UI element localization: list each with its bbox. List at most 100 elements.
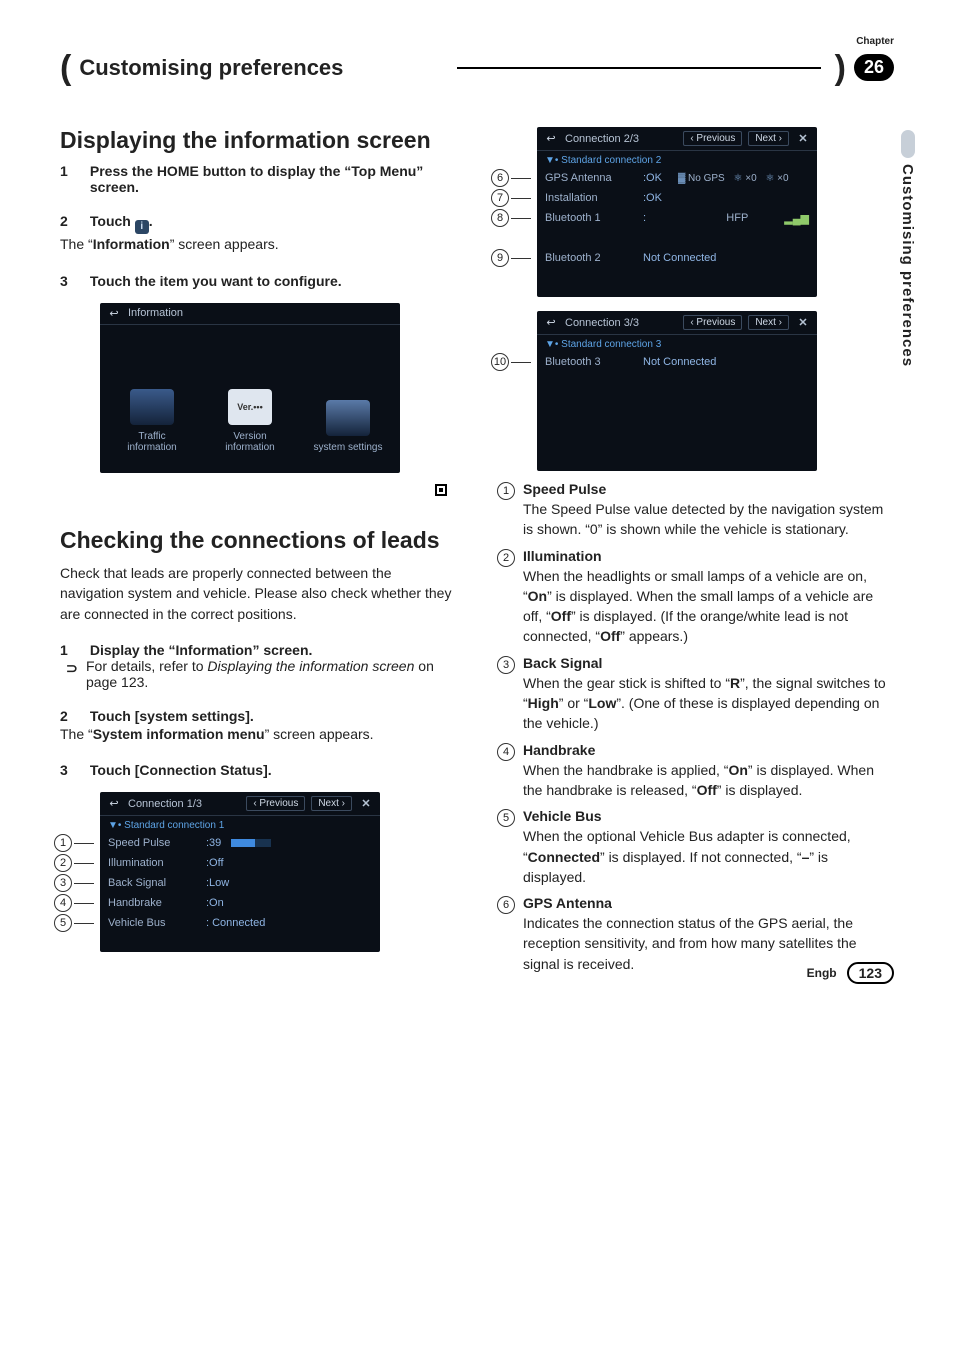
step-3-num: 3 xyxy=(60,273,86,289)
step-2: 2 Touch i. xyxy=(60,213,457,234)
definition-item: 2 Illumination When the headlights or smal… xyxy=(497,548,894,647)
info-titlebar: ↩ Information xyxy=(100,303,400,325)
definition-description: When the headlights or small lamps of a … xyxy=(523,566,894,647)
row-label: Installation xyxy=(545,192,633,204)
tile-version-l1: Version xyxy=(211,431,289,442)
chapter-label: Chapter xyxy=(856,36,894,47)
row-value: Not Connected xyxy=(643,252,716,264)
tile-traffic-l2: information xyxy=(113,442,191,453)
connection-row-inner: Speed Pulse:39 xyxy=(100,833,380,853)
callout: 10 xyxy=(491,352,531,372)
back-icon[interactable]: ↩ xyxy=(106,797,122,810)
gear-icon xyxy=(326,400,370,436)
callout-leader-line xyxy=(74,863,94,864)
row-label: Bluetooth 1 xyxy=(545,212,633,224)
step-3: 3 Touch the item you want to configure. xyxy=(60,273,457,289)
row-label: GPS Antenna xyxy=(545,172,633,184)
callout-leader-line xyxy=(74,903,94,904)
definition-description: When the handbrake is applied, “On” is d… xyxy=(523,760,894,801)
callout-number: 10 xyxy=(491,353,509,371)
next-button[interactable]: Next › xyxy=(748,131,789,146)
connection-row: 7Installation:OK xyxy=(537,188,817,208)
tile-traffic[interactable]: Traffic information xyxy=(113,389,191,453)
heading-checking-connections: Checking the connections of leads xyxy=(60,527,457,553)
header-rule xyxy=(457,67,821,69)
definition-item: 1Speed PulseThe Speed Pulse value detect… xyxy=(497,481,894,540)
next-button[interactable]: Next › xyxy=(748,315,789,330)
tile-traffic-l1: Traffic xyxy=(113,431,191,442)
c-step-2-num: 2 xyxy=(60,708,86,724)
bt-signal-icon: ▂▄▆ xyxy=(784,212,809,225)
step-2-desc-bold: Information xyxy=(93,236,170,252)
previous-button[interactable]: ‹ Previous xyxy=(683,131,742,146)
conn2-title: Connection 2/3 xyxy=(565,133,639,145)
gps-sat-icon: ▓ xyxy=(678,173,685,184)
connection-row: 3Back Signal:Low xyxy=(100,873,380,893)
c-step-1-num: 1 xyxy=(60,642,86,658)
close-icon[interactable]: ✕ xyxy=(795,316,811,329)
tile-system-settings[interactable]: system settings xyxy=(309,400,387,453)
callout-number: 2 xyxy=(54,854,72,872)
row-label: Back Signal xyxy=(108,877,196,889)
row-label: Handbrake xyxy=(108,897,196,909)
step-2-desc: The “Information” screen appears. xyxy=(60,234,457,254)
definition-item: 3Back SignalWhen the gear stick is shift… xyxy=(497,655,894,734)
back-icon[interactable]: ↩ xyxy=(543,132,559,145)
c-step-2-desc-pre: The “ xyxy=(60,726,93,742)
next-button[interactable]: Next › xyxy=(311,796,352,811)
ref-arrow-icon: ⊃ xyxy=(66,660,78,677)
definition-number: 2 xyxy=(497,549,515,567)
c-step-3-num: 3 xyxy=(60,762,86,778)
back-icon[interactable]: ↩ xyxy=(543,316,559,329)
definition-description: When the gear stick is shifted to “R”, t… xyxy=(523,673,894,734)
tile-version[interactable]: Ver.••• Version information xyxy=(211,389,289,453)
callout-number: 4 xyxy=(54,894,72,912)
conn2-rows: 6GPS Antenna:OK ▓ No GPS ⚛ ×0 ⚛ ×07Insta… xyxy=(537,168,817,268)
c-step-1: 1 Display the “Information” screen. xyxy=(60,642,457,658)
c-step-2-desc-bold: System information menu xyxy=(93,726,265,742)
screenshot-connection-3: ↩ Connection 3/3 ‹ Previous Next › ✕ ▼• … xyxy=(537,311,817,471)
page-footer: Engb 123 xyxy=(807,962,894,984)
tile-version-l2: information xyxy=(211,442,289,453)
conn1-title: Connection 1/3 xyxy=(128,798,202,810)
c-step-1-sub: ⊃ For details, refer to Displaying the i… xyxy=(60,658,457,690)
car-icon xyxy=(130,389,174,425)
previous-button[interactable]: ‹ Previous xyxy=(246,796,305,811)
connection-row-inner xyxy=(537,228,817,248)
info-body: Traffic information Ver.••• Version info… xyxy=(100,325,400,453)
connection-row: 2Illumination:Off xyxy=(100,853,380,873)
connection-row: 5Vehicle Bus: Connected xyxy=(100,913,380,933)
step-2-num: 2 xyxy=(60,213,86,229)
gps-status: ▓ No GPS ⚛ ×0 ⚛ ×0 xyxy=(672,173,789,184)
connection-row-inner: Bluetooth 1:HFP▂▄▆ xyxy=(537,208,817,228)
definition-item: 4HandbrakeWhen the handbrake is applied,… xyxy=(497,742,894,801)
connection-row: 9Bluetooth 2Not Connected xyxy=(537,248,817,268)
callout-number: 9 xyxy=(491,249,509,267)
conn1-titlebar: ↩ Connection 1/3 ‹ Previous Next › ✕ xyxy=(100,792,380,816)
definition-title: Vehicle Bus xyxy=(523,808,894,824)
close-icon[interactable]: ✕ xyxy=(795,132,811,145)
callout: 5 xyxy=(54,913,94,933)
c-step-2: 2 Touch [system settings]. xyxy=(60,708,457,724)
callout-leader-line xyxy=(511,178,531,179)
connection-row xyxy=(537,228,817,248)
callout-number: 3 xyxy=(54,874,72,892)
callout: 7 xyxy=(491,188,531,208)
definition-title: Illumination xyxy=(523,548,894,564)
connection-row: 6GPS Antenna:OK ▓ No GPS ⚛ ×0 ⚛ ×0 xyxy=(537,168,817,188)
info-icon: i xyxy=(135,220,149,234)
row-value: :39 xyxy=(206,837,221,849)
hfp-label: HFP xyxy=(726,212,748,224)
step-1: 1 Press the HOME button to display the “… xyxy=(60,163,457,195)
callout: 2 xyxy=(54,853,94,873)
conn3-title: Connection 3/3 xyxy=(565,317,639,329)
conn2-titlebar: ↩ Connection 2/3 ‹ Previous Next › ✕ xyxy=(537,127,817,151)
tile-sys-l1: system settings xyxy=(309,442,387,453)
definition-number: 1 xyxy=(497,482,515,500)
back-icon[interactable]: ↩ xyxy=(106,307,122,320)
row-value: Not Connected xyxy=(643,356,716,368)
row-value: :On xyxy=(206,897,224,909)
previous-button[interactable]: ‹ Previous xyxy=(683,315,742,330)
conn3-subtitle: ▼• Standard connection 3 xyxy=(537,335,817,352)
close-icon[interactable]: ✕ xyxy=(358,797,374,810)
